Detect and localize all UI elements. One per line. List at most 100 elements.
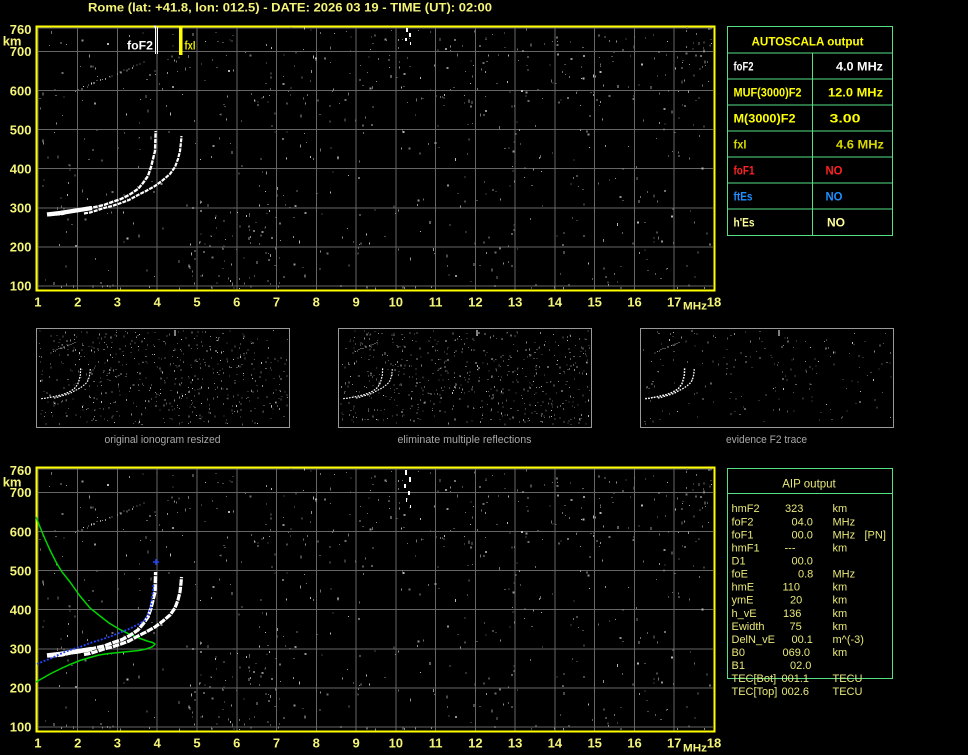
svg-text:AUTOSCALA output: AUTOSCALA output: [752, 35, 864, 49]
svg-text:MHz: MHz: [833, 529, 856, 541]
svg-text:11: 11: [429, 736, 443, 751]
svg-text:9: 9: [352, 295, 359, 310]
svg-text:fxI: fxI: [185, 39, 196, 53]
svg-text:136: 136: [783, 608, 801, 620]
svg-text:D1: D1: [732, 556, 746, 568]
svg-text:TEC[Bot]: TEC[Bot]: [732, 673, 777, 685]
svg-text:4.0 MHz: 4.0 MHz: [836, 60, 883, 74]
svg-text:400: 400: [10, 602, 32, 617]
svg-text:1: 1: [34, 736, 41, 751]
svg-text:9: 9: [352, 736, 359, 751]
svg-text:00.0: 00.0: [792, 556, 813, 568]
svg-text:12: 12: [468, 295, 482, 310]
svg-text:04.0: 04.0: [792, 516, 813, 528]
svg-text:Rome (lat: +41.8, lon: 012.5): Rome (lat: +41.8, lon: 012.5) - DATE: 20…: [88, 1, 492, 15]
svg-text:foF1: foF1: [734, 164, 755, 178]
svg-text:foF2: foF2: [734, 60, 754, 74]
svg-text:ftEs: ftEs: [734, 190, 753, 204]
svg-text:NO: NO: [826, 164, 843, 178]
svg-text:069.0: 069.0: [783, 647, 811, 659]
svg-text:5: 5: [193, 295, 200, 310]
svg-text:---: ---: [785, 542, 796, 554]
svg-text:1: 1: [34, 295, 41, 310]
svg-text:17: 17: [667, 736, 681, 751]
svg-text:10: 10: [389, 295, 403, 310]
svg-text:6: 6: [233, 295, 240, 310]
svg-text:h'Es: h'Es: [734, 216, 755, 230]
svg-text:500: 500: [10, 122, 32, 137]
svg-text:14: 14: [548, 295, 563, 310]
svg-text:AIP output: AIP output: [782, 479, 836, 491]
svg-text:MHz: MHz: [683, 743, 708, 755]
svg-text:002.6: 002.6: [782, 686, 810, 698]
svg-text:3: 3: [114, 295, 121, 310]
svg-text:4: 4: [154, 295, 162, 310]
svg-text:15: 15: [587, 295, 601, 310]
svg-text:8: 8: [313, 736, 320, 751]
svg-text:2: 2: [74, 295, 81, 310]
svg-text:3: 3: [114, 736, 121, 751]
svg-text:MUF(3000)F2: MUF(3000)F2: [734, 86, 802, 100]
svg-text:8: 8: [313, 295, 320, 310]
svg-text:foE: foE: [732, 569, 749, 581]
svg-text:300: 300: [10, 201, 32, 216]
svg-text:MHz: MHz: [833, 569, 856, 581]
svg-text:7: 7: [273, 295, 280, 310]
svg-text:Ewidth: Ewidth: [732, 621, 765, 633]
svg-text:15: 15: [587, 736, 601, 751]
svg-text:km: km: [833, 608, 848, 620]
svg-text:400: 400: [10, 161, 32, 176]
svg-text:foF2: foF2: [732, 516, 754, 528]
svg-text:MHz: MHz: [833, 516, 856, 528]
svg-text:10: 10: [389, 736, 403, 751]
svg-text:B1: B1: [732, 660, 745, 672]
svg-text:110: 110: [783, 582, 801, 594]
svg-text:02.0: 02.0: [790, 660, 811, 672]
svg-text:18: 18: [707, 736, 721, 751]
svg-text:km: km: [833, 542, 848, 554]
svg-text:original ionogram resized: original ionogram resized: [105, 434, 221, 446]
svg-text:4.6 MHz: 4.6 MHz: [836, 138, 884, 152]
svg-text:ymE: ymE: [732, 595, 754, 607]
svg-text:3.00: 3.00: [830, 112, 861, 126]
svg-text:16: 16: [627, 295, 641, 310]
svg-text:13: 13: [508, 295, 522, 310]
svg-text:km: km: [833, 621, 848, 633]
svg-text:NO: NO: [827, 216, 845, 230]
svg-text:evidence F2 trace: evidence F2 trace: [726, 434, 807, 446]
svg-text:100: 100: [10, 279, 32, 294]
svg-text:700: 700: [10, 485, 32, 500]
svg-text:hmE: hmE: [732, 582, 755, 594]
svg-text:75: 75: [790, 621, 802, 633]
svg-text:12.0 MHz: 12.0 MHz: [828, 86, 883, 100]
svg-text:600: 600: [10, 524, 32, 539]
svg-text:16: 16: [627, 736, 641, 751]
svg-text:hmF1: hmF1: [732, 542, 760, 554]
svg-text:TECU: TECU: [833, 686, 863, 698]
svg-text:200: 200: [10, 240, 32, 255]
svg-text:13: 13: [508, 736, 522, 751]
svg-text:km: km: [833, 582, 848, 594]
svg-text:[PN]: [PN]: [865, 529, 886, 541]
svg-text:foF2: foF2: [127, 39, 153, 53]
svg-text:km: km: [833, 503, 848, 515]
svg-text:7: 7: [273, 736, 280, 751]
svg-text:00.0: 00.0: [792, 529, 813, 541]
svg-text:200: 200: [10, 681, 32, 696]
svg-text:TEC[Top]: TEC[Top]: [732, 686, 778, 698]
svg-text:M(3000)F2: M(3000)F2: [734, 112, 796, 126]
svg-text:11: 11: [429, 295, 443, 310]
svg-text:fxI: fxI: [734, 138, 747, 152]
svg-text:20: 20: [790, 595, 802, 607]
svg-text:700: 700: [10, 44, 32, 59]
svg-text:17: 17: [667, 295, 681, 310]
svg-text:km: km: [833, 647, 848, 659]
svg-text:NO: NO: [826, 190, 843, 204]
svg-text:2: 2: [74, 736, 81, 751]
svg-text:14: 14: [548, 736, 563, 751]
svg-text:DelN_vE: DelN_vE: [732, 634, 775, 646]
svg-text:MHz: MHz: [683, 301, 708, 313]
svg-text:0.8: 0.8: [798, 569, 813, 581]
svg-text:18: 18: [707, 295, 721, 310]
svg-text:100: 100: [10, 720, 32, 735]
